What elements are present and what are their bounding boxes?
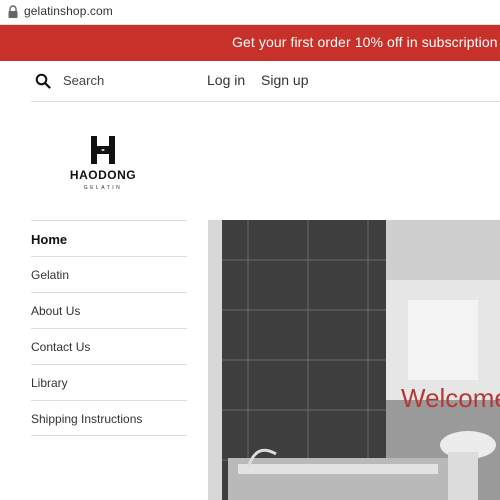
site-header: Search Log in Sign up bbox=[0, 61, 500, 102]
header-divider bbox=[31, 101, 500, 102]
announcement-bar: Get your first order 10% off in subscrip… bbox=[0, 25, 500, 61]
browser-address-bar[interactable]: gelatinshop.com bbox=[0, 0, 500, 25]
hero-kitchen-image bbox=[208, 220, 500, 500]
nav-item-contact-us[interactable]: Contact Us bbox=[31, 328, 187, 364]
nav-item-library[interactable]: Library bbox=[31, 364, 187, 400]
nav-item-gelatin[interactable]: Gelatin bbox=[31, 256, 187, 292]
nav-item-about-us[interactable]: About Us bbox=[31, 292, 187, 328]
search-icon[interactable] bbox=[35, 73, 51, 89]
logo-mark-icon bbox=[91, 136, 115, 164]
search-input[interactable]: Search bbox=[63, 73, 104, 88]
lock-icon bbox=[8, 5, 18, 18]
signup-link[interactable]: Sign up bbox=[261, 72, 308, 88]
nav-item-home[interactable]: Home bbox=[31, 220, 187, 256]
hero-welcome-text: Welcome bbox=[401, 383, 500, 413]
announcement-text: Get your first order 10% off in subscrip… bbox=[232, 34, 500, 50]
sidebar-nav: Home Gelatin About Us Contact Us Library… bbox=[31, 220, 187, 436]
hero-banner[interactable]: Welcome bbox=[208, 220, 500, 500]
site-logo[interactable]: HAODONG GELATIN bbox=[66, 134, 140, 192]
login-link[interactable]: Log in bbox=[207, 72, 245, 88]
logo-brand-text: HAODONG bbox=[69, 168, 137, 182]
url-text[interactable]: gelatinshop.com bbox=[24, 4, 113, 18]
logo-tagline: GELATIN bbox=[83, 185, 123, 191]
nav-item-shipping-instructions[interactable]: Shipping Instructions bbox=[31, 400, 187, 436]
